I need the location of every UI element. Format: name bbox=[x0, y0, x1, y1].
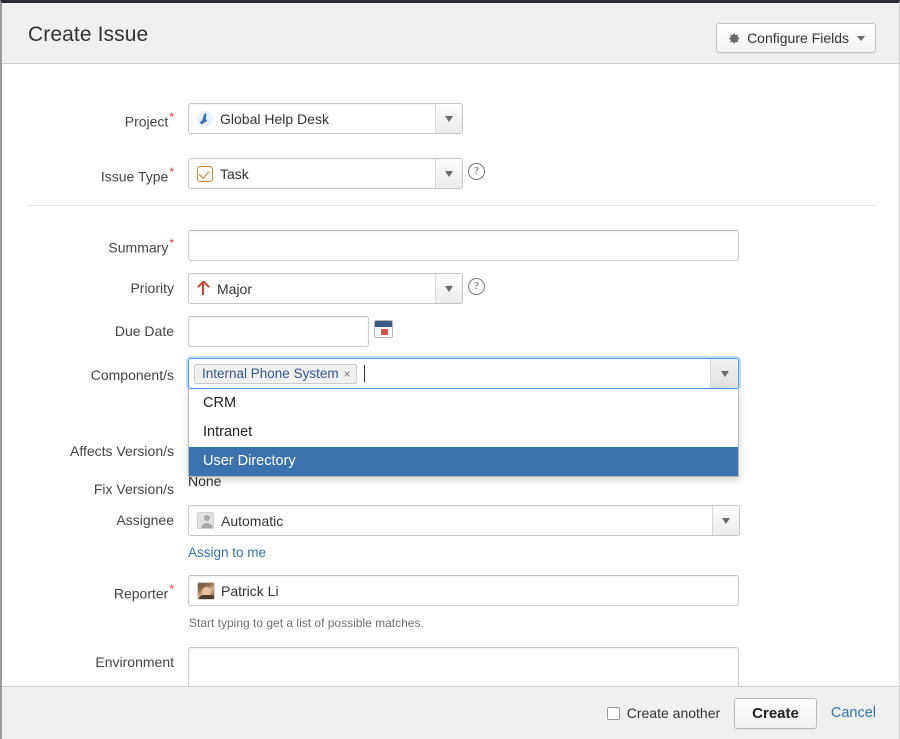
affects-versions-label: Affects Version/s bbox=[69, 443, 174, 459]
assignee-value: Automatic bbox=[221, 512, 284, 529]
reporter-value: Patrick Li bbox=[221, 582, 279, 599]
environment-label: Environment bbox=[95, 654, 174, 670]
reporter-hint: Start typing to get a list of possible m… bbox=[189, 616, 424, 630]
project-value: Global Help Desk bbox=[220, 110, 329, 127]
issue-type-select[interactable]: Task bbox=[188, 158, 463, 189]
components-select-arrow[interactable] bbox=[710, 359, 738, 388]
project-select[interactable]: Global Help Desk bbox=[188, 103, 463, 134]
checkbox-box[interactable] bbox=[606, 706, 620, 720]
user-avatar bbox=[197, 581, 215, 600]
dialog-header: Create Issue Configure Fields bbox=[2, 3, 899, 64]
priority-help-icon[interactable]: ? bbox=[468, 278, 485, 295]
dialog-footer: Create another Create Cancel bbox=[2, 686, 899, 739]
gear-icon bbox=[726, 31, 741, 46]
due-date-label: Due Date bbox=[114, 323, 174, 339]
fix-versions-label: Fix Version/s bbox=[93, 481, 174, 497]
generic-avatar-icon bbox=[197, 512, 214, 529]
priority-select[interactable]: Major bbox=[188, 273, 463, 304]
create-button[interactable]: Create bbox=[734, 697, 817, 729]
page-title: Create Issue bbox=[28, 23, 149, 46]
configure-fields-label: Configure Fields bbox=[747, 30, 849, 46]
create-another-label: Create another bbox=[626, 705, 721, 721]
project-label: Project* bbox=[124, 110, 174, 130]
rocket-icon bbox=[197, 110, 213, 127]
configure-fields-button[interactable]: Configure Fields bbox=[716, 23, 876, 53]
close-icon[interactable]: × bbox=[344, 367, 351, 381]
assignee-label: Assignee bbox=[116, 512, 174, 528]
components-dropdown-list[interactable]: CRM Intranet User Directory bbox=[188, 389, 739, 477]
chevron-down-icon bbox=[857, 35, 865, 41]
components-selected-area[interactable]: Internal Phone System × bbox=[189, 359, 710, 388]
assignee-select-arrow[interactable] bbox=[712, 506, 739, 535]
components-multiselect[interactable]: Internal Phone System × bbox=[188, 358, 739, 389]
priority-label: Priority bbox=[130, 280, 174, 296]
components-option-crm[interactable]: CRM bbox=[189, 389, 738, 418]
form-section-divider bbox=[27, 205, 875, 206]
project-select-arrow[interactable] bbox=[435, 104, 462, 133]
dialog-body: Project* Global Help Desk Issue Type* Ta… bbox=[2, 64, 899, 689]
summary-input[interactable] bbox=[188, 230, 739, 261]
text-cursor bbox=[363, 365, 365, 382]
assign-to-me-link[interactable]: Assign to me bbox=[188, 545, 266, 560]
issue-type-value: Task bbox=[220, 165, 249, 182]
required-indicator: * bbox=[169, 582, 174, 596]
components-label: Component/s bbox=[90, 367, 174, 383]
components-selected-label: Internal Phone System bbox=[202, 366, 339, 381]
environment-textarea[interactable] bbox=[188, 647, 739, 689]
priority-major-up-arrow-icon bbox=[197, 281, 210, 296]
reporter-label: Reporter* bbox=[113, 582, 174, 602]
components-option-intranet[interactable]: Intranet bbox=[189, 418, 738, 447]
cancel-link[interactable]: Cancel bbox=[831, 705, 876, 721]
required-indicator: * bbox=[169, 236, 174, 250]
summary-label: Summary* bbox=[108, 236, 174, 256]
issue-type-help-icon[interactable]: ? bbox=[468, 163, 485, 180]
required-indicator: * bbox=[169, 110, 174, 124]
priority-value: Major bbox=[217, 280, 253, 297]
task-checkbox-icon bbox=[197, 165, 213, 182]
components-option-user-directory[interactable]: User Directory bbox=[189, 447, 738, 476]
issue-type-label: Issue Type* bbox=[100, 165, 174, 185]
due-date-input[interactable] bbox=[188, 316, 369, 347]
assignee-select[interactable]: Automatic bbox=[188, 505, 740, 536]
issue-type-select-arrow[interactable] bbox=[435, 159, 462, 188]
create-issue-dialog: Create Issue Configure Fields Project* G… bbox=[0, 0, 900, 739]
priority-select-arrow[interactable] bbox=[435, 274, 462, 303]
components-selected-pill: Internal Phone System × bbox=[194, 363, 357, 384]
reporter-input[interactable]: Patrick Li bbox=[188, 575, 739, 606]
required-indicator: * bbox=[169, 165, 174, 179]
create-another-checkbox[interactable]: Create another bbox=[606, 705, 721, 721]
calendar-icon[interactable] bbox=[374, 320, 393, 338]
